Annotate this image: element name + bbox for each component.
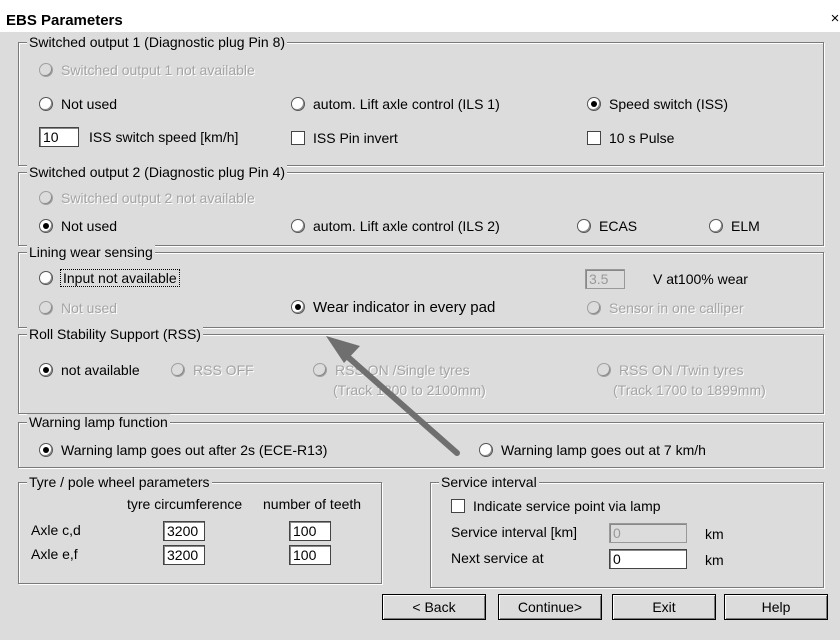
- annotation-arrow: [326, 336, 460, 456]
- annotation-arrow-shaft: [337, 347, 460, 456]
- annotation-arrow-head: [326, 336, 360, 363]
- ebs-parameters-dialog: EBS Parameters × Switched output 1 (Diag…: [0, 8, 840, 640]
